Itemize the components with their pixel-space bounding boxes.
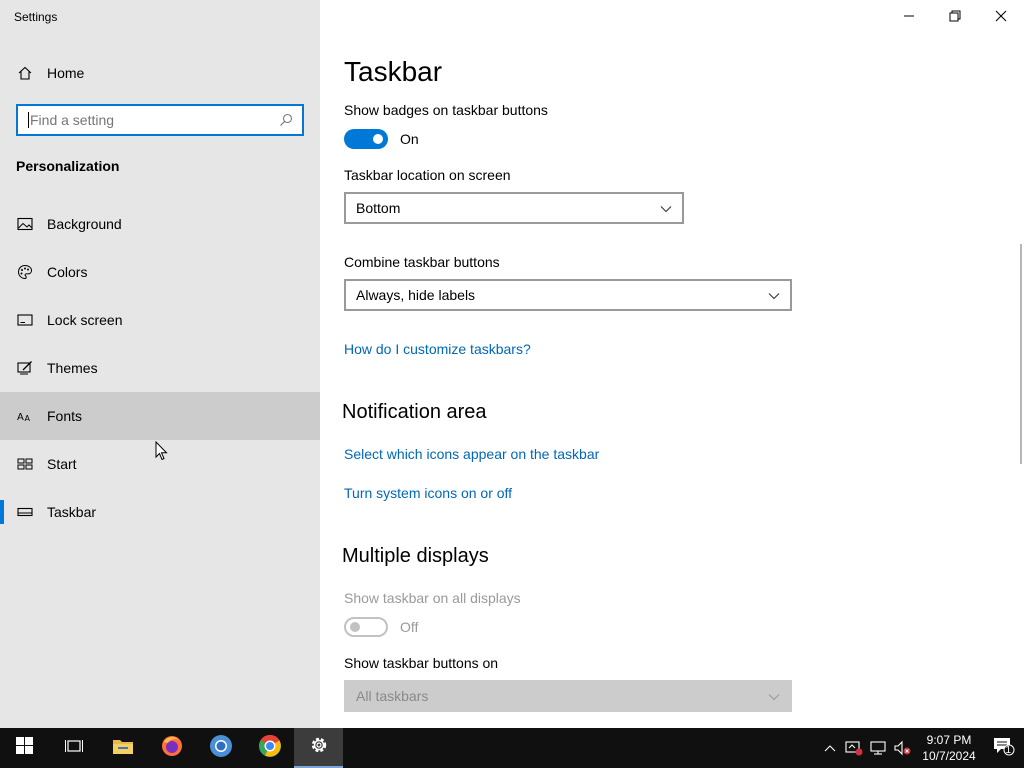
all-displays-toggle-row: Off — [344, 617, 418, 637]
chrome-button[interactable] — [196, 728, 245, 768]
system-icons-link[interactable]: Turn system icons on or off — [344, 485, 512, 501]
palette-icon — [16, 263, 34, 281]
start-icon — [16, 455, 34, 473]
chrome-canary-button[interactable] — [245, 728, 294, 768]
badges-label: Show badges on taskbar buttons — [344, 102, 548, 118]
location-dropdown[interactable]: Bottom — [344, 192, 684, 224]
notification-count: 1 — [1005, 745, 1011, 756]
home-label: Home — [47, 65, 85, 81]
notification-icon — [993, 736, 1015, 761]
sidebar-item-label: Colors — [47, 264, 88, 280]
clock[interactable]: 9:07 PM 10/7/2024 — [914, 732, 984, 764]
sidebar-item-fonts[interactable]: AA Fonts — [0, 392, 320, 440]
all-displays-state: Off — [400, 619, 419, 635]
mouse-cursor-icon — [155, 440, 168, 466]
main-content: Taskbar Show badges on taskbar buttons O… — [320, 0, 1024, 728]
lock-screen-icon — [16, 311, 34, 329]
location-label: Taskbar location on screen — [344, 167, 511, 183]
all-displays-toggle[interactable] — [344, 617, 388, 637]
chevron-down-icon — [768, 287, 780, 303]
fonts-icon: AA — [16, 407, 34, 425]
app-title: Settings — [14, 10, 58, 24]
system-tray: 9:07 PM 10/7/2024 1 — [818, 728, 1024, 768]
minimize-button[interactable] — [886, 0, 932, 32]
buttons-on-label: Show taskbar buttons on — [344, 655, 499, 671]
task-view-button[interactable] — [49, 728, 98, 768]
sidebar: Settings Home Personalization Background… — [0, 0, 320, 728]
action-center-button[interactable]: 1 — [984, 728, 1024, 768]
file-explorer-icon — [112, 737, 134, 760]
notification-area-heading: Notification area — [342, 401, 487, 423]
badges-toggle-row: On — [344, 129, 419, 149]
chrome-canary-icon — [258, 734, 282, 763]
svg-text:A: A — [17, 412, 24, 423]
location-value: Bottom — [356, 200, 401, 216]
sidebar-item-taskbar[interactable]: Taskbar — [0, 488, 320, 536]
sidebar-item-label: Themes — [47, 360, 98, 376]
sidebar-item-lock-screen[interactable]: Lock screen — [0, 296, 320, 344]
themes-icon — [16, 359, 34, 377]
settings-icon — [309, 735, 329, 760]
section-title: Personalization — [16, 158, 120, 174]
page-title: Taskbar — [344, 56, 443, 87]
scrollbar[interactable] — [1020, 244, 1022, 464]
customize-taskbars-link[interactable]: How do I customize taskbars? — [344, 341, 531, 357]
chevron-down-icon — [768, 688, 780, 704]
file-explorer-button[interactable] — [98, 728, 147, 768]
sidebar-item-label: Lock screen — [47, 312, 123, 328]
search-icon[interactable] — [278, 112, 294, 128]
badges-toggle[interactable] — [344, 129, 388, 149]
clock-date: 10/7/2024 — [922, 749, 976, 763]
sidebar-item-label: Fonts — [47, 408, 83, 424]
combine-dropdown[interactable]: Always, hide labels — [344, 279, 792, 311]
toggle-knob — [350, 622, 360, 632]
buttons-on-value: All taskbars — [356, 688, 429, 704]
close-button[interactable] — [978, 0, 1024, 32]
volume-muted-icon[interactable] — [890, 728, 914, 768]
clock-time: 9:07 PM — [926, 733, 972, 747]
sidebar-item-label: Start — [47, 456, 77, 472]
settings-button[interactable] — [294, 728, 343, 768]
show-hidden-icons-button[interactable] — [818, 728, 842, 768]
restore-button[interactable] — [932, 0, 978, 32]
taskbar: 9:07 PM 10/7/2024 1 — [0, 728, 1024, 768]
sidebar-item-label: Background — [47, 216, 122, 232]
task-view-icon — [64, 738, 83, 759]
taskbar-icon — [16, 503, 34, 521]
windows-logo-icon — [16, 737, 33, 759]
multiple-displays-heading: Multiple displays — [342, 545, 489, 567]
sidebar-item-themes[interactable]: Themes — [0, 344, 320, 392]
svg-text:A: A — [25, 414, 31, 423]
start-button[interactable] — [0, 728, 49, 768]
combine-label: Combine taskbar buttons — [344, 254, 500, 270]
badges-state: On — [400, 131, 419, 147]
sidebar-item-colors[interactable]: Colors — [0, 248, 320, 296]
home-nav-item[interactable]: Home — [0, 56, 320, 90]
firefox-icon — [160, 734, 184, 763]
all-displays-label: Show taskbar on all displays — [344, 590, 521, 606]
chevron-down-icon — [660, 200, 672, 216]
search-box[interactable] — [16, 104, 304, 136]
select-icons-link[interactable]: Select which icons appear on the taskbar — [344, 446, 599, 462]
search-input[interactable] — [30, 112, 278, 128]
security-alert-icon[interactable] — [842, 728, 866, 768]
sidebar-nav: Background Colors Lock screen Themes AA … — [0, 200, 320, 536]
buttons-on-dropdown[interactable]: All taskbars — [344, 680, 792, 712]
chrome-icon — [209, 734, 233, 763]
toggle-knob — [373, 134, 383, 144]
text-caret — [28, 112, 29, 128]
network-icon[interactable] — [866, 728, 890, 768]
firefox-button[interactable] — [147, 728, 196, 768]
sidebar-item-label: Taskbar — [47, 504, 97, 520]
sidebar-item-background[interactable]: Background — [0, 200, 320, 248]
combine-value: Always, hide labels — [356, 287, 476, 303]
window-controls — [886, 0, 1024, 32]
picture-icon — [16, 215, 34, 233]
home-icon — [16, 64, 34, 82]
